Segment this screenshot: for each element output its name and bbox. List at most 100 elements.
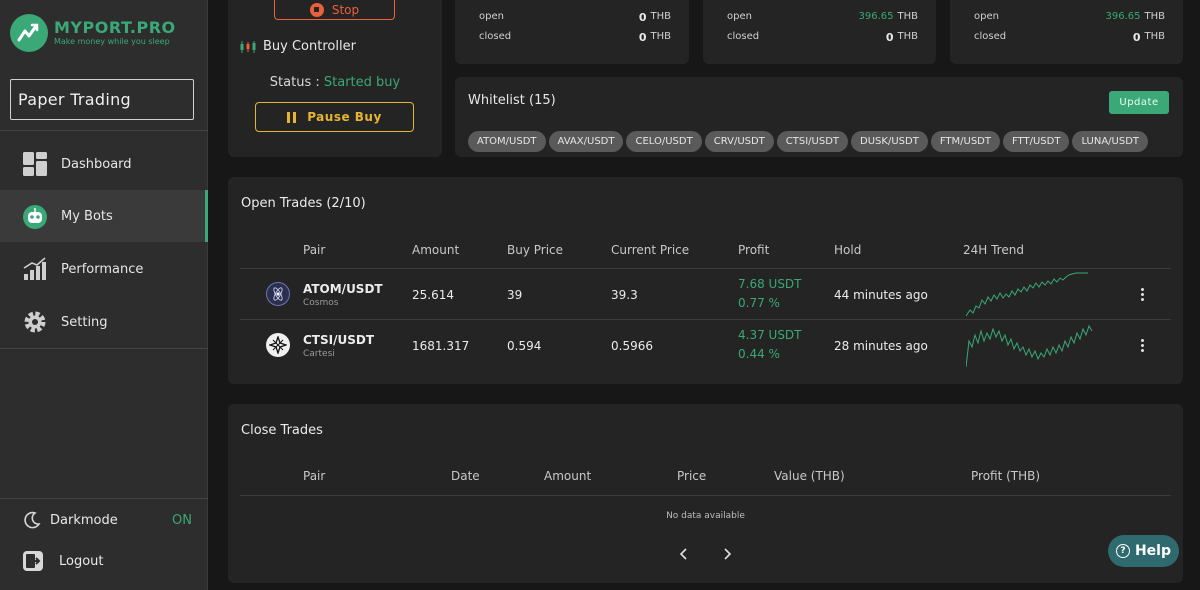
sidebar-item-dashboard[interactable]: Dashboard [0,138,208,190]
column-header[interactable]: 24H Trend [963,243,1024,257]
pagination-next-button[interactable] [714,541,740,567]
pagination-prev-button[interactable] [671,541,697,567]
question-icon: ? [1115,544,1130,558]
column-header[interactable]: Pair [303,243,325,257]
column-header[interactable]: Date [451,469,480,483]
pair-name: ATOM/USDT [303,282,383,296]
empty-state-text: No data available [666,511,745,521]
profit-percent: 0.44 % [738,347,780,361]
column-header[interactable]: Amount [412,243,459,257]
trend-sparkline [966,324,1093,368]
stat-card: open 396.65 THB closed 0 THB [950,0,1183,64]
stat-unit: THB [650,31,672,42]
column-header[interactable]: Pair [303,469,325,483]
stat-closed-row: closed 0 THB [727,31,918,44]
whitelist-chip[interactable]: CTSI/USDT [776,131,849,152]
stat-open-label: open [727,11,752,22]
stat-open-row: open 0 THB [479,11,671,24]
stat-closed-row: closed 0 THB [479,31,671,44]
brand-tagline: Make money while you sleep [54,37,170,46]
stat-open-row: open 396.65 THB [974,11,1165,22]
whitelist-chip[interactable]: CELO/USDT [626,131,702,152]
sidebar-divider [0,498,208,499]
pair-fullname: Cartesi [303,349,335,359]
sidebar-item-setting[interactable]: Setting [0,296,208,348]
bot-status: Status : Started buy [228,75,442,90]
buy-controller-card: Stop Buy Controller Status : Started buy… [228,0,442,157]
sidebar-divider [0,130,208,131]
stat-closed-value: 0 [1132,31,1141,44]
whitelist-chip[interactable]: AVAX/USDT [548,131,624,152]
profit-cell: 7.68 USDT 0.77 % [738,275,802,313]
stat-unit: THB [897,31,919,42]
stat-unit: THB [1144,11,1166,22]
stat-closed-label: closed [974,31,1007,42]
column-header[interactable]: Profit (THB) [971,469,1040,483]
pause-buy-button[interactable]: Pause Buy [255,102,414,132]
column-header[interactable]: Profit [738,243,769,257]
column-header[interactable]: Value (THB) [774,469,845,483]
sidebar-item-label: Dashboard [61,156,132,172]
whitelist-chips: ATOM/USDT AVAX/USDT CELO/USDT CRV/USDT CTSI/… [468,129,1183,153]
logout-button[interactable]: Logout [22,550,104,572]
candlestick-icon [240,40,257,53]
sidebar-divider [0,348,208,349]
column-header[interactable]: Buy Price [507,243,563,257]
help-button[interactable]: ? Help [1108,535,1179,567]
darkmode-toggle[interactable]: Darkmode ON [22,510,192,530]
chevron-right-icon [724,548,732,560]
column-header[interactable]: Price [677,469,706,483]
whitelist-card: Whitelist (15) Update ATOM/USDT AVAX/USDT… [455,77,1183,157]
brand-name: MYPORT.PRO [54,18,176,37]
darkmode-label: Darkmode [50,512,118,528]
sidebar-item-label: Performance [61,261,144,277]
profit-cell: 4.37 USDT 0.44 % [738,326,802,364]
stat-card: open 0 THB closed 0 THB [455,0,689,64]
column-header[interactable]: Amount [544,469,591,483]
trading-mode-label: Paper Trading [18,90,132,109]
whitelist-chip[interactable]: DUSK/USDT [851,131,928,152]
stop-button[interactable]: Stop [274,0,395,20]
profit-usdt: 4.37 USDT [738,328,802,342]
cartesi-icon [266,333,290,357]
pair-fullname: Cosmos [303,298,339,308]
bar-chart-icon [22,256,48,282]
open-trades-title: Open Trades (2/10) [241,196,366,211]
sidebar: MYPORT.PRO Make money while you sleep Pa… [0,0,208,590]
logo-icon [10,14,48,52]
sidebar-item-label: Setting [61,314,108,330]
gear-icon [22,309,48,335]
brand-logo[interactable]: MYPORT.PRO Make money while you sleep [10,14,176,52]
pause-buy-label: Pause Buy [307,110,382,124]
whitelist-chip[interactable]: LUNA/USDT [1072,131,1149,152]
stat-closed-label: closed [479,31,512,42]
amount-cell: 1681.317 [412,339,470,353]
help-label: Help [1134,543,1172,559]
amount-cell: 25.614 [412,288,454,302]
whitelist-chip[interactable]: FTT/USDT [1002,131,1070,152]
whitelist-chip[interactable]: ATOM/USDT [468,131,546,152]
stat-open-label: open [974,11,999,22]
whitelist-chip[interactable]: CRV/USDT [704,131,774,152]
profit-usdt: 7.68 USDT [738,277,802,291]
buy-controller-label: Buy Controller [263,39,356,54]
column-header[interactable]: Hold [834,243,861,257]
pair-name: CTSI/USDT [303,333,375,347]
row-menu-icon[interactable] [1140,339,1144,354]
stat-card: open 396.65 THB closed 0 THB [703,0,936,64]
current-price-cell: 0.5966 [611,339,653,353]
trading-mode-selector[interactable]: Paper Trading [10,79,194,120]
stat-closed-label: closed [727,31,760,42]
stat-closed-value: 0 [885,31,894,44]
row-menu-icon[interactable] [1140,288,1144,303]
column-header[interactable]: Current Price [611,243,689,257]
update-button[interactable]: Update [1109,91,1169,114]
robot-icon [22,203,48,229]
profit-percent: 0.77 % [738,296,780,310]
sidebar-item-my-bots[interactable]: My Bots [0,190,208,242]
sidebar-item-performance[interactable]: Performance [0,243,208,295]
logout-label: Logout [59,553,104,569]
stat-unit: THB [1144,31,1166,42]
hold-cell: 28 minutes ago [834,339,928,353]
whitelist-chip[interactable]: FTM/USDT [930,131,1000,152]
